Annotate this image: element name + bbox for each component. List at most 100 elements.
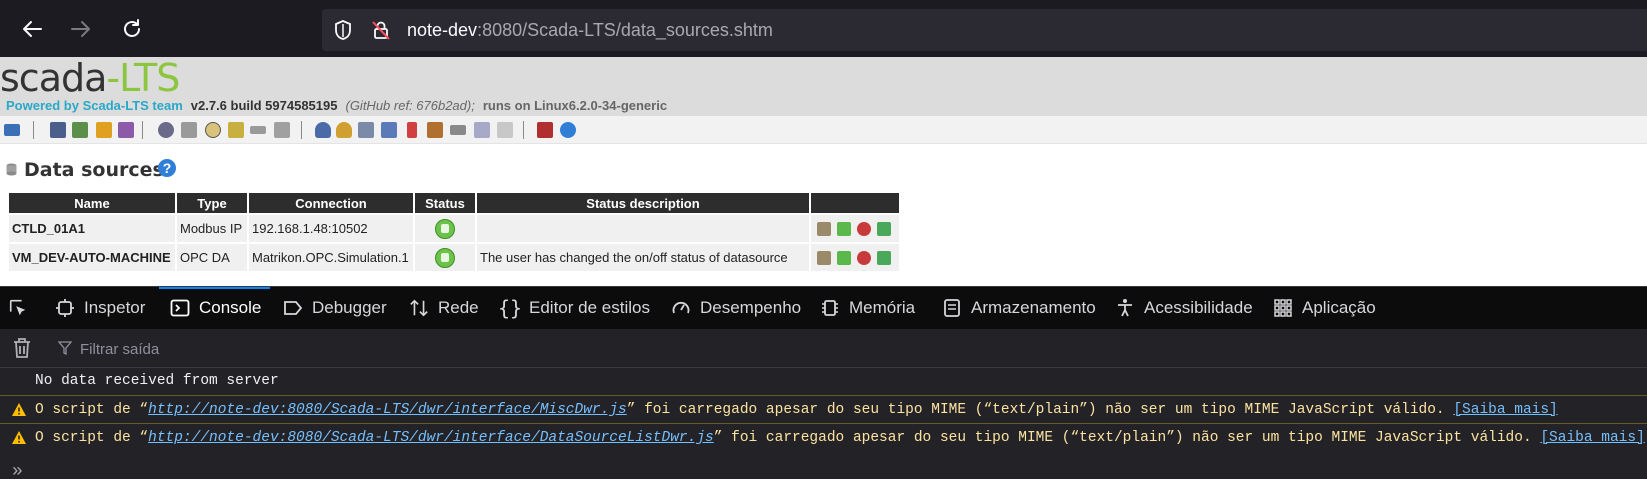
tab-armazenamento[interactable]: Armazenamento (942, 287, 1096, 329)
user-profiles-icon[interactable] (336, 122, 352, 138)
point-links-icon[interactable] (250, 126, 266, 134)
help-circle-icon[interactable] (560, 122, 576, 138)
edit-icon[interactable] (817, 222, 831, 237)
tab-console[interactable]: Console (170, 287, 261, 329)
debugger-icon (283, 298, 303, 318)
column-header-status-description: Status description (477, 193, 809, 213)
cell-connection: Matrikon.OPC.Simulation.1 (249, 244, 413, 271)
cell-connection: 192.168.1.48:10502 (249, 215, 413, 242)
console-message-text: O script de “http://note-dev:8080/Scada-… (35, 424, 1645, 452)
tab-memoria[interactable]: Memória (820, 287, 915, 329)
column-header-type: Type (177, 193, 247, 213)
performance-icon (671, 298, 691, 318)
publishers-icon[interactable] (381, 122, 397, 138)
page-title: Data sources (24, 159, 164, 181)
status-enabled-icon[interactable] (435, 247, 455, 268)
delete-icon[interactable] (857, 222, 871, 237)
cell-actions (811, 215, 899, 242)
logo-lts-text: LTS (119, 56, 180, 100)
picker-icon (8, 298, 28, 318)
add-copy-icon[interactable] (877, 251, 891, 266)
expand-points-icon[interactable] (837, 251, 851, 266)
column-header-connection: Connection (249, 193, 413, 213)
script-url-link[interactable]: http://note-dev:8080/Scada-LTS/dwr/inter… (148, 402, 627, 418)
powered-by-text: Powered by Scada-LTS team (6, 98, 183, 113)
scripting-icon[interactable] (274, 122, 290, 138)
mailing-lists-icon[interactable] (358, 122, 374, 138)
logout-icon[interactable] (537, 122, 553, 138)
warning-prefix: O script de “ (35, 402, 149, 418)
compound-events-icon[interactable] (228, 122, 244, 138)
tracking-protection-shield-icon[interactable] (331, 18, 355, 42)
back-arrow-icon[interactable] (17, 14, 47, 44)
system-settings-icon[interactable] (427, 122, 443, 138)
graphical-views-icon[interactable] (4, 124, 20, 136)
app-header: scada-LTS Powered by Scada-LTS team v2.7.… (0, 57, 1647, 116)
filter-icon (58, 341, 72, 355)
learn-more-link[interactable]: [Saiba mais] (1453, 402, 1557, 418)
learn-more-link[interactable]: [Saiba mais] (1540, 430, 1644, 446)
devtools-tab-bar: Inspetor Console Debugger Rede {} Editor… (0, 286, 1647, 329)
tab-inspetor[interactable]: Inspetor (55, 287, 145, 329)
cell-type: Modbus IP (177, 215, 247, 242)
cell-name: VM_DEV-AUTO-MACHINE (9, 244, 175, 271)
scheduled-events-icon[interactable] (205, 122, 221, 138)
reload-icon[interactable] (117, 14, 147, 44)
style-editor-icon: {} (497, 296, 523, 320)
address-bar[interactable]: note-dev:8080/Scada-LTS/data_sources.sht… (322, 9, 1647, 51)
emport-icon[interactable] (450, 125, 466, 135)
cell-status (415, 244, 475, 271)
forward-arrow-icon[interactable] (66, 14, 96, 44)
insecure-lock-icon[interactable] (369, 18, 393, 42)
tab-debugger[interactable]: Debugger (283, 287, 387, 329)
console-message-text: No data received from server (35, 373, 279, 389)
inspector-icon (55, 298, 75, 318)
tab-desempenho[interactable]: Desempenho (671, 287, 801, 329)
settings-gear-icon[interactable] (158, 122, 174, 138)
cell-actions (811, 244, 899, 271)
column-header-name: Name (9, 193, 175, 213)
element-picker-icon[interactable] (8, 287, 37, 329)
memory-icon (820, 298, 840, 318)
logo-separator: - (106, 56, 120, 100)
filter-output-input[interactable] (78, 337, 482, 361)
events-icon[interactable] (96, 122, 112, 138)
maintenance-events-icon[interactable] (407, 122, 417, 138)
tab-label: Rede (438, 298, 479, 317)
url-text[interactable]: note-dev:8080/Scada-LTS/data_sources.sht… (407, 18, 773, 42)
console-message-warning: O script de “http://note-dev:8080/Scada-… (0, 423, 1647, 446)
tab-rede[interactable]: Rede (409, 287, 479, 329)
tab-label: Editor de estilos (529, 298, 650, 317)
app-toolbar (0, 116, 1647, 144)
tab-aplicacao[interactable]: Aplicação (1273, 287, 1376, 329)
watch-list-icon[interactable] (50, 122, 66, 138)
reports-icon[interactable] (118, 122, 134, 138)
users-icon[interactable] (315, 122, 331, 138)
database-icon (6, 163, 17, 176)
warning-prefix: O script de “ (35, 430, 149, 446)
edit-icon[interactable] (817, 251, 831, 266)
tab-editor-de-estilos[interactable]: {} Editor de estilos (497, 287, 650, 329)
script-url-link[interactable]: http://note-dev:8080/Scada-LTS/dwr/inter… (148, 430, 714, 446)
sql-icon[interactable] (474, 122, 490, 138)
warning-suffix: ” foi carregado apesar do seu tipo MIME … (626, 402, 1454, 418)
console-prompt-icon[interactable]: » (12, 463, 23, 481)
add-copy-icon[interactable] (877, 222, 891, 237)
cell-status (415, 215, 475, 242)
tab-acessibilidade[interactable]: Acessibilidade (1115, 287, 1253, 329)
delete-icon[interactable] (857, 251, 871, 266)
scada-lts-logo: scada-LTS (0, 56, 180, 100)
application-icon (1273, 298, 1293, 318)
data-sources-icon[interactable] (181, 122, 197, 138)
help-docs-icon[interactable] (497, 122, 513, 138)
expand-points-icon[interactable] (837, 222, 851, 237)
tab-label: Acessibilidade (1144, 298, 1253, 317)
status-enabled-icon[interactable] (435, 218, 455, 239)
help-icon[interactable]: ? (158, 159, 176, 177)
clear-console-trash-icon[interactable] (12, 337, 32, 359)
tab-label: Armazenamento (971, 298, 1096, 317)
console-filter-bar (0, 329, 1647, 368)
point-hierarchy-icon[interactable] (72, 122, 88, 138)
table-row: CTLD_01A1 Modbus IP 192.168.1.48:10502 (9, 215, 899, 242)
url-path: :8080/Scada-LTS/data_sources.shtm (477, 20, 773, 40)
